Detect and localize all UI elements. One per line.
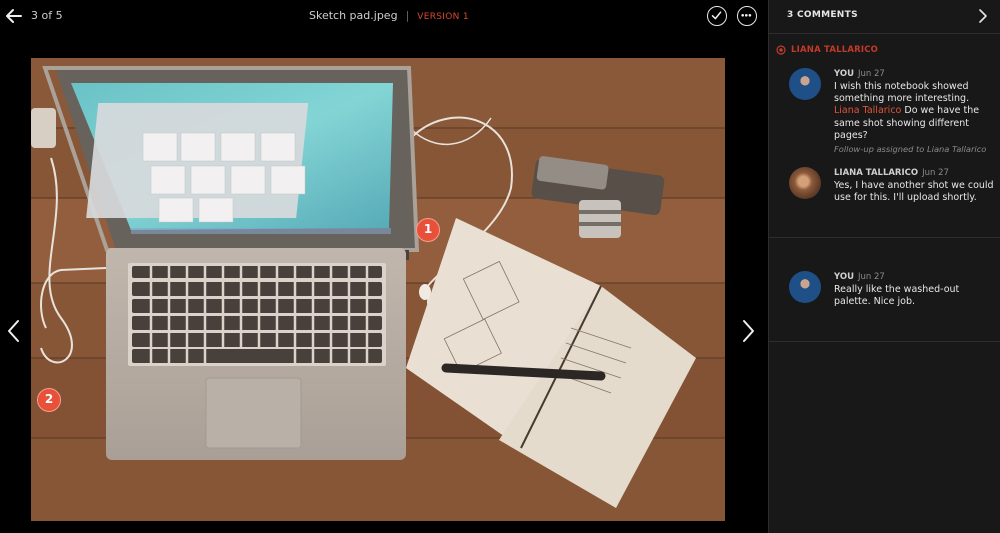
thread-label[interactable]: LIANA TALLARICO <box>776 45 878 55</box>
previous-image-button[interactable] <box>3 316 23 346</box>
arrow-left-icon <box>6 9 22 23</box>
collapse-sidebar-button[interactable] <box>976 8 990 24</box>
more-options-button[interactable] <box>737 6 757 26</box>
chevron-right-icon <box>743 320 754 342</box>
comments-header: 3 COMMENTS <box>769 0 1000 34</box>
next-image-button[interactable] <box>739 316 759 346</box>
follow-up-note: Follow-up assigned to Liana Tallarico <box>834 144 987 155</box>
file-counter: 3 of 5 <box>31 9 63 22</box>
comment-author: YOU <box>834 69 854 79</box>
target-icon <box>776 45 786 55</box>
image-viewer: 3 of 5 Sketch pad.jpeg | VERSION 1 1 2 <box>0 0 768 533</box>
image-canvas[interactable] <box>31 58 725 521</box>
comment-date: Jun 27 <box>922 168 949 178</box>
comment-text: Yes, I have another shot we could use fo… <box>834 180 994 204</box>
mention-link[interactable]: Liana Tallarico <box>834 105 901 116</box>
approve-button[interactable] <box>707 6 727 26</box>
checkmark-icon <box>711 11 722 20</box>
thread-assignee: LIANA TALLARICO <box>791 45 879 55</box>
file-title: Sketch pad.jpeg | VERSION 1 <box>309 9 469 22</box>
comments-count: 3 COMMENTS <box>787 10 858 20</box>
back-button[interactable] <box>4 6 24 26</box>
chevron-right-icon <box>979 9 987 23</box>
comment-text: Really like the washed-out palette. Nice… <box>834 284 960 308</box>
comments-sidebar: 3 COMMENTS LIANA TALLARICO YOU Jun 27 I w… <box>768 0 1000 533</box>
divider <box>769 237 1000 238</box>
comment-author: LIANA TALLARICO <box>834 168 919 178</box>
avatar <box>789 167 821 199</box>
top-bar: 3 of 5 Sketch pad.jpeg | VERSION 1 <box>0 0 768 32</box>
comment-date: Jun 27 <box>857 69 885 79</box>
comment-author: YOU <box>834 272 854 282</box>
photo-illustration <box>31 58 725 521</box>
avatar <box>789 68 821 100</box>
comment-date: Jun 27 <box>857 272 885 282</box>
ellipsis-icon <box>741 14 752 17</box>
file-name: Sketch pad.jpeg <box>309 9 398 22</box>
comment-text: I wish this notebook showed something mo… <box>834 81 980 141</box>
divider <box>769 341 1000 342</box>
chevron-left-icon <box>8 320 19 342</box>
comment-pin-2[interactable]: 2 <box>37 388 61 412</box>
version-link[interactable]: VERSION 1 <box>417 12 469 22</box>
comment-pin-1[interactable]: 1 <box>416 218 440 242</box>
avatar <box>789 271 821 303</box>
title-separator: | <box>405 9 410 22</box>
